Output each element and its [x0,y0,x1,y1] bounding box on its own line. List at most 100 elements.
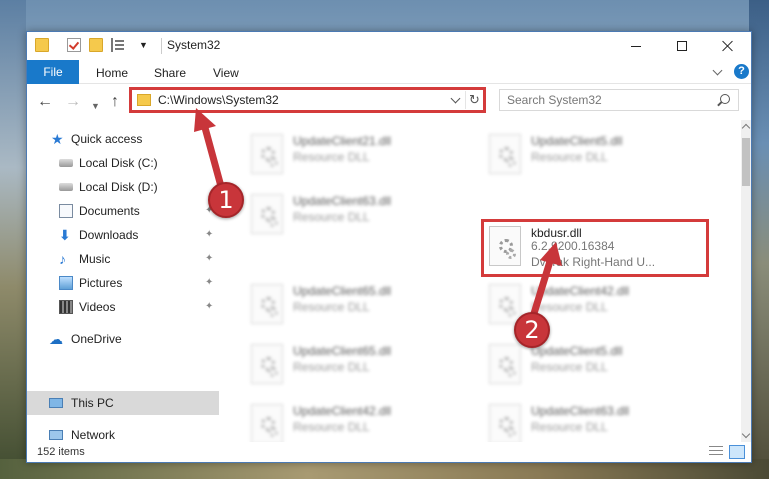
tiles-view-icon[interactable] [729,445,745,459]
up-arrow-icon[interactable]: ↑ [111,94,119,110]
sidebar-item-label: Pictures [79,276,123,290]
sidebar-item-local-disk-d[interactable]: Local Disk (D:) [27,175,219,199]
address-highlight-box [129,87,486,113]
maximize-button[interactable] [659,32,705,60]
file-name: UpdateClient5.dll [531,134,623,148]
minimize-button[interactable] [613,32,659,60]
sidebar-item-local-disk-c[interactable]: Local Disk (C:) [27,151,219,175]
ribbon-tabs: File Home Share View ? [27,60,751,84]
expand-ribbon-icon[interactable] [711,64,725,78]
network-icon [49,430,63,440]
documents-icon [59,204,73,218]
sidebar-item-videos[interactable]: Videos ✦ [27,295,219,319]
disk-icon [59,159,73,167]
title-separator [161,38,162,54]
sidebar-item-documents[interactable]: Documents ✦ [27,199,219,223]
dll-file-icon [489,344,521,384]
help-icon[interactable]: ? [734,64,749,79]
file-item[interactable]: UpdateClient5.dll Resource DLL [483,128,713,184]
tab-file[interactable]: File [27,60,79,84]
scrollbar-thumb[interactable] [742,138,750,186]
downloads-icon: ⬇ [59,227,71,243]
dll-file-icon [251,194,283,234]
sidebar-item-pictures[interactable]: Pictures ✦ [27,271,219,295]
file-name: UpdateClient65.dll [293,284,392,298]
dll-file-icon [251,344,283,384]
file-type: Resource DLL [293,300,370,314]
item-count: 152 items [37,446,85,458]
file-name: UpdateClient21.dll [293,134,392,148]
navigation-bar: ← → ▼ ↑ C:\Windows\System32 ↻ Search Sys… [27,84,751,120]
scroll-down-icon[interactable] [741,429,751,439]
window-title: System32 [167,38,221,52]
sidebar-item-label: Network [71,428,116,442]
file-type: Resource DLL [531,150,608,164]
search-placeholder: Search System32 [507,93,602,107]
new-folder-icon[interactable] [89,38,103,52]
sidebar-item-downloads[interactable]: ⬇ Downloads ✦ [27,223,219,247]
maximize-icon [677,41,687,51]
dll-file-icon [489,284,521,324]
pin-icon[interactable]: ✦ [205,277,213,288]
sidebar-item-label: Local Disk (C:) [79,156,158,170]
file-item[interactable]: UpdateClient63.dll Resource DLL [483,398,713,442]
sidebar-item-label: This PC [71,396,114,410]
file-item[interactable]: UpdateClient65.dll Resource DLL [245,338,475,394]
scroll-up-icon[interactable] [741,123,751,133]
step-2-marker: 2 [514,312,550,348]
file-name: UpdateClient63.dll [531,404,630,418]
file-type: Resource DLL [531,420,608,434]
file-explorer-window: ▼ System32 File Home Share View ? ← → ▼ … [26,31,752,463]
pin-icon[interactable]: ✦ [205,301,213,312]
close-button[interactable] [705,32,751,60]
toolbar-dropdown-icon[interactable]: ▼ [139,40,153,54]
file-name: UpdateClient42.dll [293,404,392,418]
sidebar-item-this-pc[interactable]: This PC [27,391,219,415]
file-item[interactable]: UpdateClient63.dll Resource DLL [245,188,475,244]
file-item[interactable]: UpdateClient42.dll Resource DLL [245,398,475,442]
music-icon: ♪ [59,251,66,267]
file-type: Resource DLL [293,420,370,434]
dll-file-icon [251,134,283,174]
sidebar-item-music[interactable]: ♪ Music ✦ [27,247,219,271]
file-name: UpdateClient63.dll [293,194,392,208]
star-icon: ★ [51,131,64,147]
status-bar: 152 items [27,442,751,462]
tab-view[interactable]: View [213,66,239,80]
dll-file-icon [489,134,521,174]
forward-arrow-icon[interactable]: → [65,94,81,110]
title-bar: ▼ System32 [27,32,751,60]
pin-icon[interactable]: ✦ [205,229,213,240]
file-type: Resource DLL [293,210,370,224]
tab-share[interactable]: Share [154,66,186,80]
pictures-icon [59,276,73,290]
sidebar-item-label: Videos [79,300,116,314]
navigation-pane: ★ Quick access Local Disk (C:) Local Dis… [27,120,219,442]
dll-file-icon [489,404,521,442]
pc-icon [49,398,63,408]
back-arrow-icon[interactable]: ← [37,94,53,110]
file-name: UpdateClient65.dll [293,344,392,358]
tab-home[interactable]: Home [96,66,128,80]
file-item[interactable]: UpdateClient21.dll Resource DLL [245,128,475,184]
sidebar-item-label: Downloads [79,228,139,242]
file-item[interactable]: UpdateClient5.dll Resource DLL [483,338,713,394]
sidebar-item-label: Quick access [71,132,143,146]
file-highlight-box [481,219,709,277]
recent-locations-icon[interactable]: ▼ [91,98,100,114]
sidebar-item-quick-access[interactable]: ★ Quick access [27,127,219,151]
sidebar-item-label: Documents [79,204,140,218]
properties-check-icon[interactable] [67,38,81,52]
file-item[interactable]: UpdateClient65.dll Resource DLL [245,278,475,334]
customize-toolbar-icon[interactable] [111,38,125,52]
sidebar-item-label: Local Disk (D:) [79,180,158,194]
vertical-scrollbar[interactable] [741,120,751,442]
sidebar-item-onedrive[interactable]: ☁ OneDrive [27,327,219,351]
pin-icon[interactable]: ✦ [205,253,213,264]
file-list: UpdateClient21.dll Resource DLL UpdateCl… [219,120,741,442]
search-icon[interactable] [720,94,730,104]
file-name: UpdateClient42.dll [531,284,630,298]
file-type: Resource DLL [531,300,608,314]
search-box[interactable]: Search System32 [499,89,739,111]
details-view-icon[interactable] [709,446,723,458]
